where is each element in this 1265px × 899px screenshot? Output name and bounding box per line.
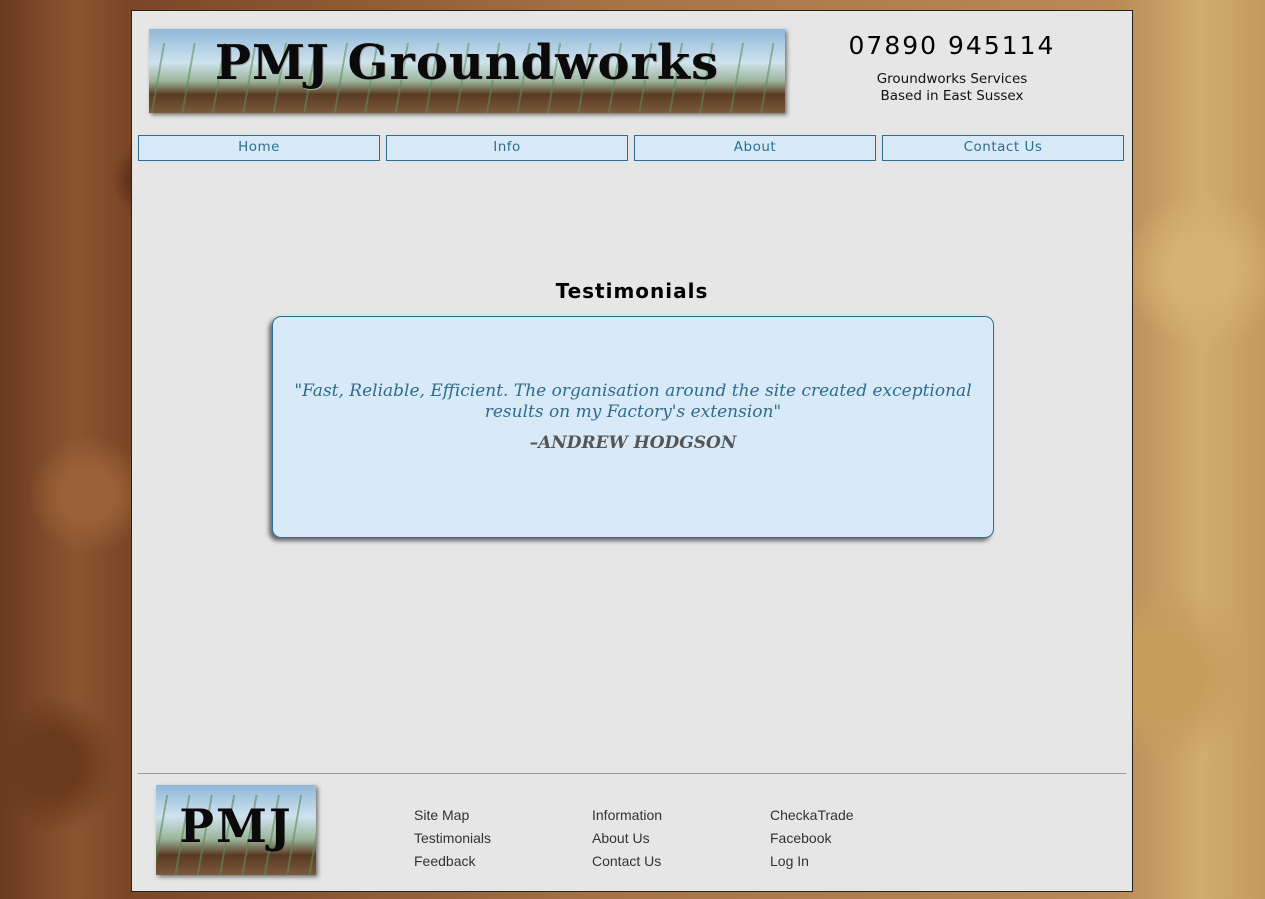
footer-link-facebook[interactable]: Facebook — [770, 827, 854, 850]
footer-link-feedback[interactable]: Feedback — [414, 850, 491, 873]
page-container: PMJ Groundworks 07890 945114 Groundworks… — [131, 10, 1133, 892]
page-title: Testimonials — [555, 279, 709, 303]
logo-text: PMJ Groundworks — [214, 35, 720, 91]
tagline-line-2: Based in East Sussex — [880, 88, 1024, 104]
nav-home[interactable]: Home — [138, 135, 380, 161]
tagline-line-1: Groundworks Services — [876, 71, 1028, 87]
footer-link-log-in[interactable]: Log In — [770, 850, 854, 873]
nav-info[interactable]: Info — [386, 135, 628, 161]
footer-logo-text: PMJ — [179, 799, 293, 853]
tagline: Groundworks Services Based in East Susse… — [832, 71, 1072, 105]
nav-contact-us[interactable]: Contact Us — [882, 135, 1124, 161]
phone-number: 07890 945114 — [848, 31, 1056, 60]
footer-link-about-us[interactable]: About Us — [592, 827, 662, 850]
footer-column-3: CheckaTrade Facebook Log In — [770, 804, 854, 873]
footer-link-checkatrade[interactable]: CheckaTrade — [770, 804, 854, 827]
nav-about[interactable]: About — [634, 135, 876, 161]
testimonial-card: "Fast, Reliable, Efficient. The organisa… — [272, 316, 994, 538]
site-logo[interactable]: PMJ Groundworks — [149, 29, 785, 113]
footer-link-contact-us[interactable]: Contact Us — [592, 850, 662, 873]
testimonial-author: –ANDREW HODGSON — [529, 433, 737, 453]
footer-link-testimonials[interactable]: Testimonials — [414, 827, 491, 850]
testimonial-quote: "Fast, Reliable, Efficient. The organisa… — [294, 381, 972, 422]
footer-link-site-map[interactable]: Site Map — [414, 804, 491, 827]
footer-logo[interactable]: PMJ — [156, 785, 316, 875]
footer-divider — [138, 773, 1126, 774]
footer-link-information[interactable]: Information — [592, 804, 662, 827]
footer-column-1: Site Map Testimonials Feedback — [414, 804, 491, 873]
footer-column-2: Information About Us Contact Us — [592, 804, 662, 873]
